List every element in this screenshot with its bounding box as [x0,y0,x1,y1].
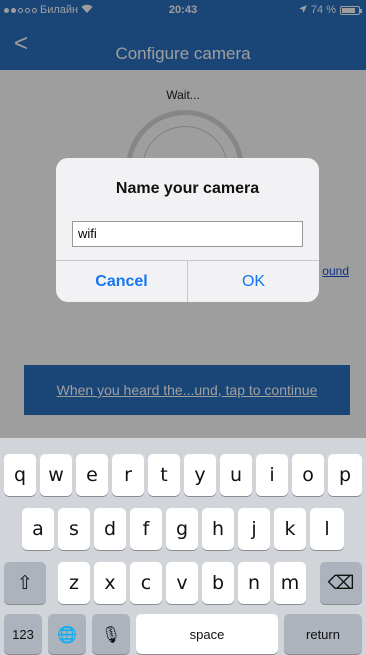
key-j[interactable]: j [238,508,270,550]
key-q[interactable]: q [4,454,36,496]
microphone-icon[interactable]: 🎙 [92,614,130,654]
numbers-key[interactable]: 123 [4,614,42,654]
key-b[interactable]: b [202,562,234,604]
key-p[interactable]: p [328,454,362,496]
camera-name-input[interactable]: wifi [72,221,303,247]
key-u[interactable]: u [220,454,252,496]
return-key[interactable]: return [284,614,362,654]
key-w[interactable]: w [40,454,72,496]
key-n[interactable]: n [238,562,270,604]
key-d[interactable]: d [94,508,126,550]
key-l[interactable]: l [310,508,344,550]
key-k[interactable]: k [274,508,306,550]
ok-button[interactable]: OK [188,261,319,302]
shift-key[interactable]: ⇧ [4,562,46,604]
keyboard: q w e r t y u i o p a s d f g h j k l ⇧ … [0,438,366,655]
key-r[interactable]: r [112,454,144,496]
key-x[interactable]: x [94,562,126,604]
key-i[interactable]: i [256,454,288,496]
dialog-title: Name your camera [115,180,260,197]
key-e[interactable]: e [76,454,108,496]
key-t[interactable]: t [148,454,180,496]
key-z[interactable]: z [58,562,90,604]
globe-icon[interactable]: 🌐 [48,614,86,654]
key-h[interactable]: h [202,508,234,550]
key-y[interactable]: y [184,454,216,496]
key-o[interactable]: o [292,454,324,496]
key-f[interactable]: f [130,508,162,550]
cancel-button[interactable]: Cancel [56,261,188,302]
key-v[interactable]: v [166,562,198,604]
key-g[interactable]: g [166,508,198,550]
key-a[interactable]: a [22,508,54,550]
key-m[interactable]: m [274,562,306,604]
delete-key[interactable]: ⌫ [320,562,362,604]
key-c[interactable]: c [130,562,162,604]
space-key[interactable]: space [136,614,278,654]
name-camera-dialog: Name your camera wifi Cancel OK [56,158,319,302]
key-s[interactable]: s [58,508,90,550]
dialog-actions: Cancel OK [56,260,319,302]
